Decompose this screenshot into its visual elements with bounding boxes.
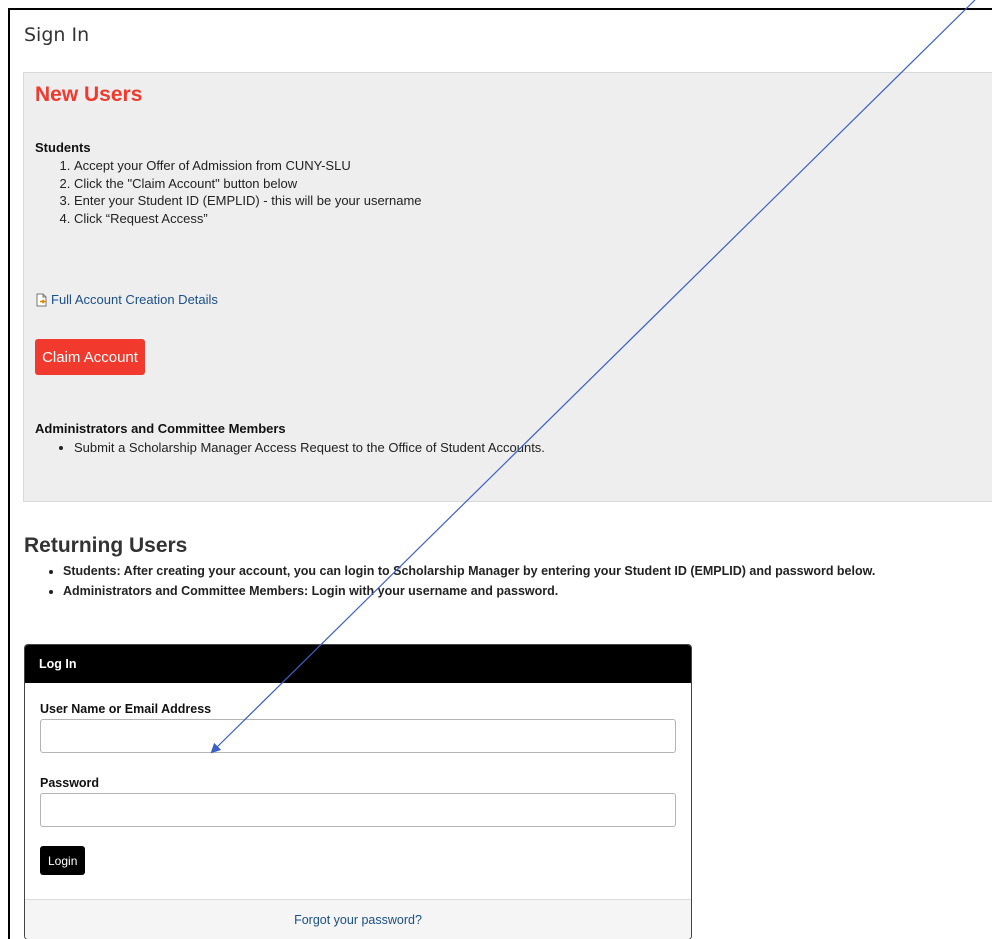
- new-users-heading: New Users: [35, 83, 143, 106]
- login-panel-footer: Forgot your password?: [25, 899, 691, 939]
- student-steps-list: Accept your Offer of Admission from CUNY…: [35, 157, 422, 227]
- password-input[interactable]: [40, 793, 676, 827]
- username-label: User Name or Email Address: [40, 702, 212, 716]
- admin-steps-list: Submit a Scholarship Manager Access Requ…: [35, 439, 545, 456]
- admins-heading: Administrators and Committee Members: [35, 421, 286, 436]
- full-account-details-label: Full Account Creation Details: [51, 292, 218, 307]
- list-item: Click “Request Access”: [74, 210, 422, 228]
- list-item: Administrators and Committee Members: Lo…: [63, 581, 875, 601]
- forgot-password-link[interactable]: Forgot your password?: [294, 913, 422, 927]
- returning-users-list: Students: After creating your account, y…: [24, 561, 875, 601]
- list-item: Submit a Scholarship Manager Access Requ…: [74, 439, 545, 456]
- new-users-panel: New Users Students Accept your Offer of …: [23, 72, 992, 502]
- username-input[interactable]: [40, 719, 676, 753]
- page-frame: Sign In New Users Students Accept your O…: [8, 8, 992, 939]
- list-item: Accept your Offer of Admission from CUNY…: [74, 157, 422, 175]
- list-item: Students: After creating your account, y…: [63, 561, 875, 581]
- full-account-details-link[interactable]: Full Account Creation Details: [35, 292, 218, 307]
- claim-account-button[interactable]: Claim Account: [35, 339, 145, 375]
- login-panel: Log In User Name or Email Address Passwo…: [24, 644, 692, 939]
- page-title: Sign In: [24, 24, 90, 46]
- list-item: Enter your Student ID (EMPLID) - this wi…: [74, 192, 422, 210]
- students-heading: Students: [35, 140, 91, 155]
- document-arrow-icon: [35, 293, 49, 307]
- password-label: Password: [40, 776, 100, 790]
- login-panel-header: Log In: [25, 645, 691, 683]
- login-button[interactable]: Login: [40, 846, 86, 875]
- returning-users-heading: Returning Users: [24, 534, 188, 557]
- list-item: Click the "Claim Account" button below: [74, 175, 422, 193]
